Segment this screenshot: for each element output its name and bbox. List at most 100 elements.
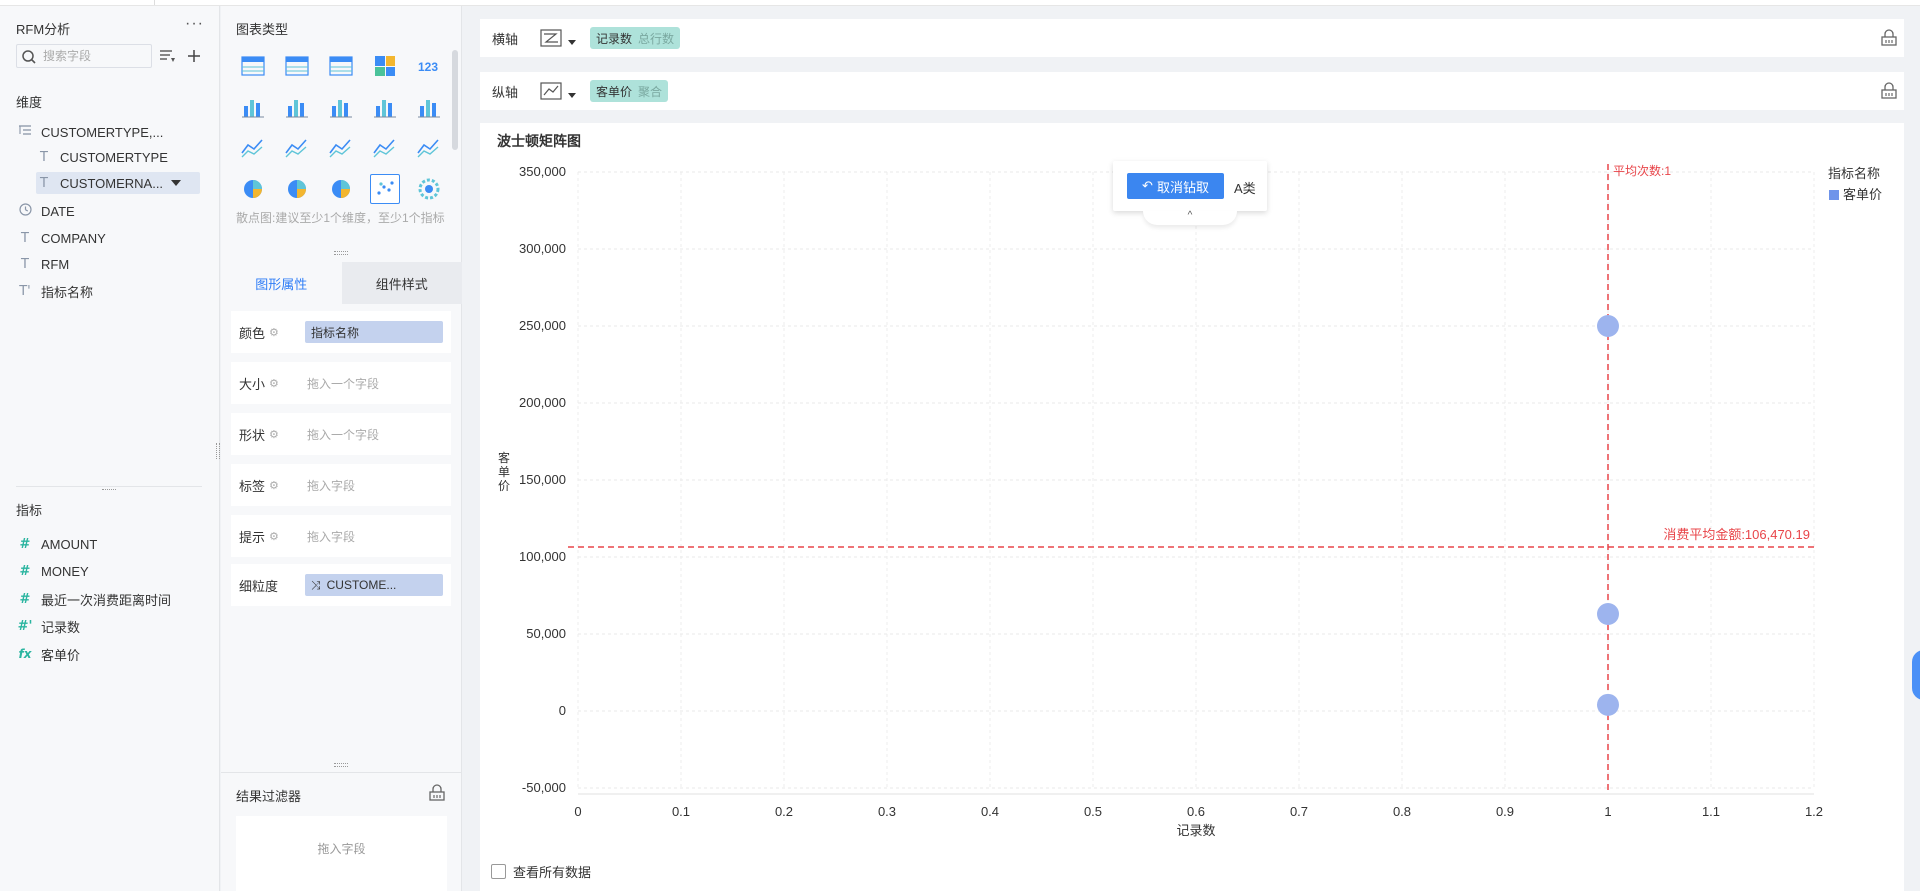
dimension-item-date[interactable]: DATE — [17, 200, 75, 222]
gear-icon[interactable]: ⚙ — [269, 326, 279, 339]
property-label: 大小 — [239, 376, 266, 392]
scatter-chart-icon[interactable] — [370, 174, 400, 204]
dimension-item-label: CUSTOMERTYPE,... — [41, 124, 164, 140]
stacked-bar-icon[interactable] — [370, 92, 400, 122]
table-icon[interactable] — [238, 51, 268, 81]
property-label: 提示 — [239, 529, 266, 545]
search-input[interactable] — [43, 48, 147, 64]
multi-line-icon[interactable] — [238, 133, 268, 163]
floating-assistant-icon[interactable] — [1912, 650, 1920, 700]
gear-icon[interactable]: ⚙ — [269, 377, 279, 390]
legend-item-label[interactable]: 客单价 — [1843, 187, 1882, 202]
dimension-item-company[interactable]: T COMPANY — [17, 227, 106, 249]
tab-component-style[interactable]: 组件样式 — [341, 262, 462, 304]
view-all-label: 查看所有数据 — [513, 865, 592, 880]
x-tick-label: 0.9 — [1496, 804, 1514, 819]
property-granularity[interactable]: 细粒度 ⤨ CUSTOME... — [231, 564, 451, 606]
measure-item-amount[interactable]: # AMOUNT — [17, 533, 98, 555]
measure-item-recency[interactable]: # 最近一次消费距离时间 — [17, 588, 171, 610]
granularity-field-chip[interactable]: ⤨ CUSTOME... — [305, 574, 443, 596]
y-tick-label: -50,000 — [522, 780, 566, 795]
cross-table-icon[interactable] — [282, 51, 312, 81]
panel-resize-handle[interactable] — [334, 251, 348, 255]
donut-chart-icon[interactable] — [326, 174, 356, 204]
tab-shape-properties[interactable]: 图形属性 — [221, 262, 342, 304]
x-axis-field-pill[interactable]: 记录数 总行数 — [590, 27, 681, 49]
grouped-bar-icon[interactable] — [238, 92, 268, 122]
dimension-item-label: DATE — [41, 203, 75, 219]
dimension-item-label: CUSTOMERTYPE — [60, 149, 168, 165]
gear-icon[interactable]: ⚙ — [269, 479, 279, 492]
gear-icon[interactable]: ⚙ — [269, 428, 279, 441]
panel-width-handle[interactable] — [216, 443, 220, 459]
size-drop-placeholder[interactable]: 拖入一个字段 — [305, 375, 379, 392]
measure-item-label: AMOUNT — [41, 536, 98, 552]
filter-drop-zone[interactable]: 拖入字段 — [236, 816, 447, 891]
shape-drop-placeholder[interactable]: 拖入一个字段 — [305, 426, 379, 443]
reference-label-y: 消费平均金额:106,470.19 — [1663, 527, 1810, 542]
chart-title: 波士顿矩阵图 — [497, 133, 581, 149]
view-all-data-toggle[interactable]: 查看所有数据 — [491, 862, 591, 881]
waterfall-icon[interactable] — [414, 92, 444, 122]
property-size[interactable]: 大小 ⚙ 拖入一个字段 — [231, 362, 451, 404]
number-card-icon[interactable]: 123 — [414, 51, 444, 81]
color-field-chip[interactable]: 指标名称 — [305, 321, 443, 343]
line-area-icon[interactable] — [282, 133, 312, 163]
y-axis-bar[interactable]: 纵轴 客单价 聚合 — [480, 72, 1904, 110]
view-all-checkbox[interactable] — [491, 864, 506, 879]
y-axis-type-selector[interactable] — [540, 81, 590, 101]
property-label-field[interactable]: 标签 ⚙ 拖入字段 — [231, 464, 451, 506]
property-color[interactable]: 颜色 ⚙ 指标名称 — [231, 311, 451, 353]
y-tick-label: 200,000 — [519, 395, 566, 410]
chart-type-scrollbar[interactable] — [452, 50, 458, 150]
data-point[interactable] — [1597, 602, 1619, 625]
measure-item-unit-price[interactable]: fx 客单价 — [17, 643, 81, 665]
y-tick-label: 300,000 — [519, 241, 566, 256]
bubble-chart-icon[interactable] — [414, 174, 444, 204]
measure-item-label: 记录数 — [41, 619, 81, 635]
label-drop-placeholder[interactable]: 拖入字段 — [305, 477, 355, 494]
dimension-item-rfm[interactable]: T RFM — [17, 253, 69, 275]
measure-item-record-count[interactable]: #' 记录数 — [17, 615, 80, 637]
x-tick-label: 1.1 — [1702, 804, 1720, 819]
gear-icon[interactable]: ⚙ — [269, 530, 279, 543]
drill-breadcrumb[interactable]: A类 — [1234, 178, 1256, 197]
radar-icon[interactable] — [326, 133, 356, 163]
search-field[interactable] — [16, 44, 152, 68]
dimension-item-customertype[interactable]: T CUSTOMERTYPE — [36, 146, 168, 168]
measure-item-money[interactable]: # MONEY — [17, 560, 89, 582]
hierarchy-icon — [17, 124, 33, 140]
pie-chart-icon[interactable] — [238, 174, 268, 204]
filter-sort-icon[interactable] — [158, 46, 178, 66]
y-axis-settings-icon[interactable] — [1880, 82, 1898, 103]
property-tooltip[interactable]: 提示 ⚙ 拖入字段 — [231, 515, 451, 557]
column-chart-icon[interactable] — [326, 92, 356, 122]
treemap-icon[interactable] — [370, 51, 400, 81]
dimension-item-hierarchy[interactable]: CUSTOMERTYPE,... — [17, 121, 163, 143]
property-shape[interactable]: 形状 ⚙ 拖入一个字段 — [231, 413, 451, 455]
x-axis-type-selector[interactable] — [540, 28, 590, 48]
dimension-item-indicator-name[interactable]: T' 指标名称 — [17, 280, 93, 302]
drill-collapse-toggle[interactable]: ^ — [1143, 211, 1237, 225]
cancel-drill-button[interactable]: ↶ 取消钻取 — [1127, 173, 1224, 199]
bar-chart-icon[interactable] — [282, 92, 312, 122]
panel-resize-handle[interactable] — [334, 763, 348, 767]
more-icon[interactable]: ··· — [185, 15, 204, 33]
filter-settings-icon[interactable] — [428, 784, 446, 805]
x-tick-label: 0.2 — [775, 804, 793, 819]
number-type-icon: # — [19, 536, 31, 552]
data-point[interactable] — [1597, 315, 1619, 337]
data-point[interactable] — [1597, 693, 1619, 716]
add-field-icon[interactable] — [184, 46, 204, 66]
gauge-icon[interactable] — [414, 133, 444, 163]
dimension-item-customername[interactable]: T CUSTOMERNA... — [36, 172, 200, 194]
x-axis-bar[interactable]: 横轴 记录数 总行数 — [480, 19, 1904, 57]
x-axis-settings-icon[interactable] — [1880, 29, 1898, 50]
chevron-down-icon[interactable] — [171, 180, 182, 186]
tooltip-drop-placeholder[interactable]: 拖入字段 — [305, 528, 355, 545]
drill-popup: ↶ 取消钻取 A类 — [1113, 161, 1267, 211]
detail-table-icon[interactable] — [326, 51, 356, 81]
area-chart-icon[interactable] — [370, 133, 400, 163]
y-axis-field-pill[interactable]: 客单价 聚合 — [590, 80, 669, 102]
rose-chart-icon[interactable] — [282, 174, 312, 204]
